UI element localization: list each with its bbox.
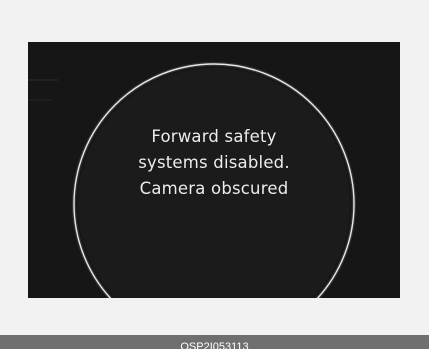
manual-figure: Forward safety systems disabled. Camera … [0,0,429,349]
figure-caption-bar: OSP2I053113 [0,335,429,349]
warning-message-line: Camera obscured [139,179,289,198]
cluster-display: Forward safety systems disabled. Camera … [28,42,400,298]
warning-message-line: systems disabled. [138,153,290,172]
figure-code: OSP2I053113 [180,341,249,349]
warning-message-line: Forward safety [151,127,277,146]
warning-message: Forward safety systems disabled. Camera … [114,124,314,202]
